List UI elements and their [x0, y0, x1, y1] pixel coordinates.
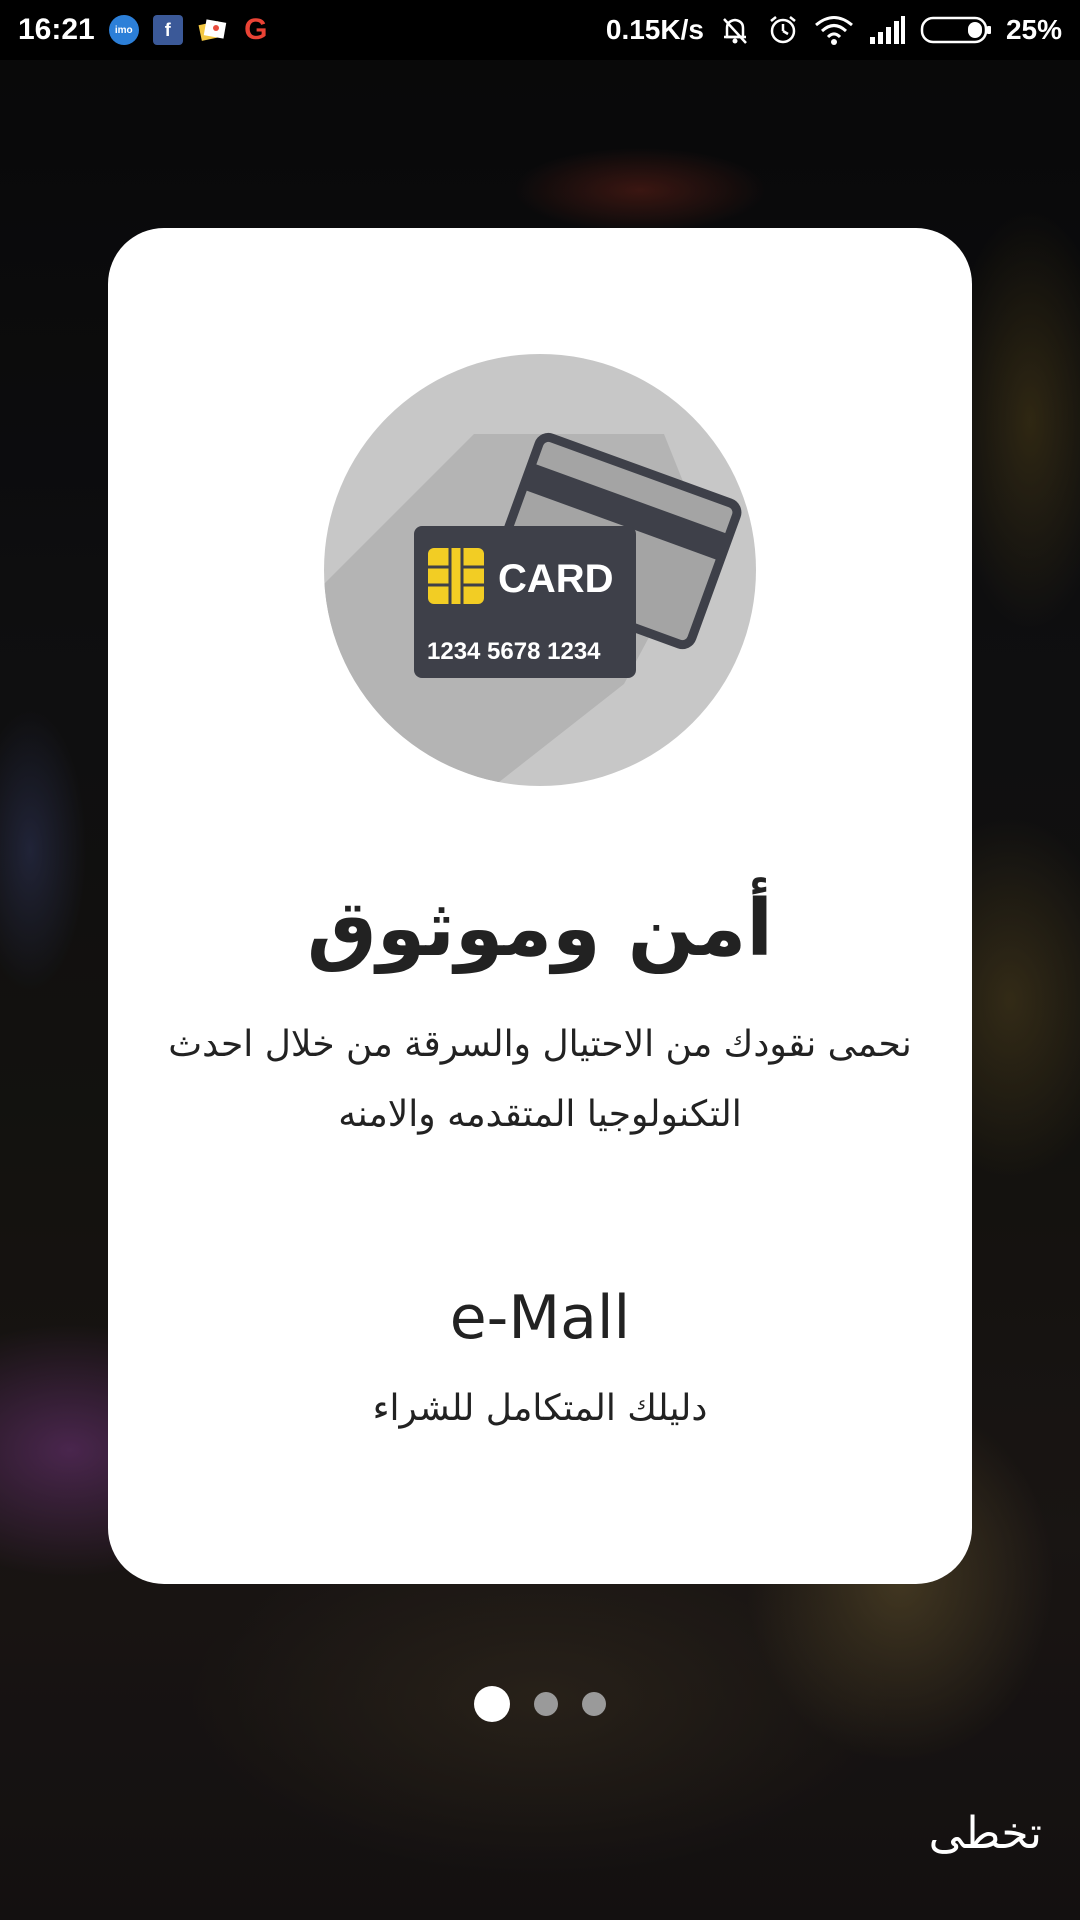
- card-label: CARD: [498, 557, 614, 601]
- page-indicator: [0, 1686, 1080, 1722]
- imo-icon: imo: [108, 15, 139, 45]
- mute-icon: [718, 13, 752, 47]
- onboarding-description: نحمى نقودك من الاحتيال والسرقة من خلال ا…: [168, 1024, 912, 1135]
- signal-icon: [868, 15, 906, 45]
- wifi-icon: [814, 14, 854, 46]
- page-dot-2[interactable]: [534, 1692, 558, 1716]
- page-dot-3[interactable]: [582, 1692, 606, 1716]
- onboarding-title: أمن وموثوق: [307, 884, 773, 974]
- status-bar: 16:21 imo f G 0.15K/s 25%: [0, 0, 1080, 60]
- onboarding-card: CARD 1234 5678 1234 أمن وموثوق نحمى نقود…: [108, 228, 972, 1584]
- battery-percent: 25%: [1005, 14, 1062, 45]
- credit-card-icon: CARD 1234 5678 1234: [324, 354, 756, 786]
- card-number: 1234 5678 1234: [427, 638, 601, 665]
- alarm-icon: [766, 13, 800, 47]
- card-chip: [428, 548, 484, 604]
- facebook-icon: f: [152, 15, 183, 45]
- status-time: 16:21: [18, 13, 95, 46]
- gallery-icon: [197, 15, 227, 45]
- google-icon: G: [244, 13, 268, 46]
- battery-icon: [920, 15, 992, 45]
- brand-name: e-Mall: [449, 1283, 631, 1353]
- page-dot-1[interactable]: [474, 1686, 510, 1722]
- skip-button[interactable]: تخطى: [929, 1808, 1042, 1859]
- network-speed: 0.15K/s: [605, 14, 704, 45]
- brand-tagline: دليلك المتكامل للشراء: [372, 1388, 708, 1429]
